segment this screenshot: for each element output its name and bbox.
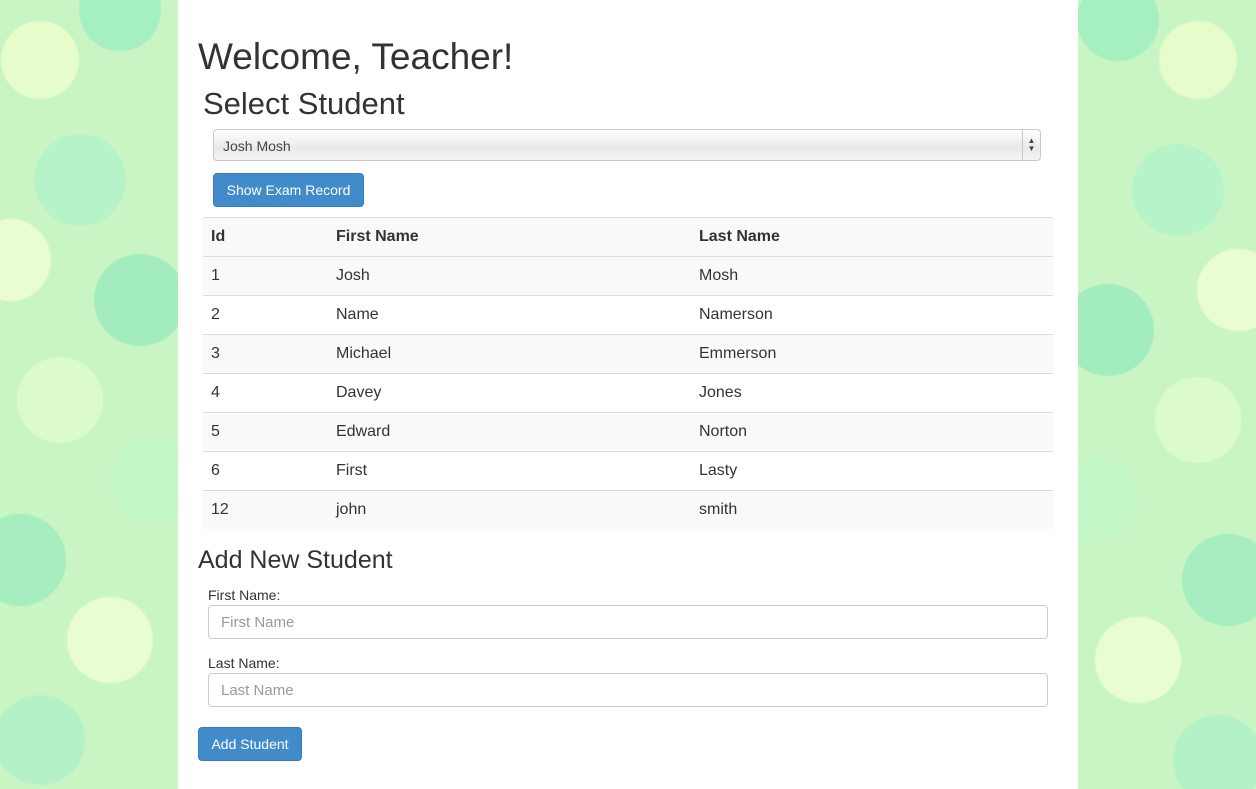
first-name-label: First Name: [208,587,281,603]
first-name-input[interactable] [208,605,1048,639]
cell-first-name: john [328,490,691,529]
table-header-row: Id First Name Last Name [203,217,1053,257]
cell-last-name: Lasty [691,451,1053,491]
cell-id: 4 [203,373,328,413]
table-row: 12 john smith [203,490,1053,529]
cell-id: 6 [203,451,328,491]
show-exam-record-button[interactable]: Show Exam Record [213,173,364,207]
cell-id: 12 [203,490,328,529]
column-header-id: Id [203,217,328,257]
table-row: 1 Josh Mosh [203,256,1053,296]
last-name-label: Last Name: [208,655,280,671]
column-header-first-name: First Name [328,217,691,257]
cell-last-name: Norton [691,412,1053,452]
cell-id: 3 [203,334,328,374]
cell-id: 5 [203,412,328,452]
table-row: 2 Name Namerson [203,295,1053,335]
cell-first-name: Michael [328,334,691,374]
students-table: Id First Name Last Name 1 Josh Mosh 2 Na… [203,217,1053,529]
cell-first-name: First [328,451,691,491]
page-title: Welcome, Teacher! [198,36,514,77]
select-arrows-icon: ▲ ▼ [1022,130,1040,160]
page: { "header": { "title": "Welcome, Teacher… [0,0,1256,789]
add-student-button[interactable]: Add Student [198,727,302,761]
table-row: 3 Michael Emmerson [203,334,1053,374]
select-student-heading: Select Student [203,86,405,121]
cell-last-name: Mosh [691,256,1053,296]
student-select-value: Josh Mosh [223,138,291,154]
cell-first-name: Davey [328,373,691,413]
cell-id: 2 [203,295,328,335]
column-header-last-name: Last Name [691,217,1053,257]
cell-first-name: Edward [328,412,691,452]
cell-id: 1 [203,256,328,296]
background-pattern-right [1078,0,1256,789]
table-row: 6 First Lasty [203,451,1053,491]
last-name-input[interactable] [208,673,1048,707]
cell-first-name: Name [328,295,691,335]
cell-last-name: Namerson [691,295,1053,335]
cell-last-name: smith [691,490,1053,529]
cell-last-name: Jones [691,373,1053,413]
cell-first-name: Josh [328,256,691,296]
student-select[interactable]: Josh Mosh ▲ ▼ [213,129,1041,161]
main-container: Welcome, Teacher! Select Student Josh Mo… [178,0,1078,789]
cell-last-name: Emmerson [691,334,1053,374]
add-new-student-heading: Add New Student [198,546,393,574]
table-row: 4 Davey Jones [203,373,1053,413]
table-row: 5 Edward Norton [203,412,1053,452]
